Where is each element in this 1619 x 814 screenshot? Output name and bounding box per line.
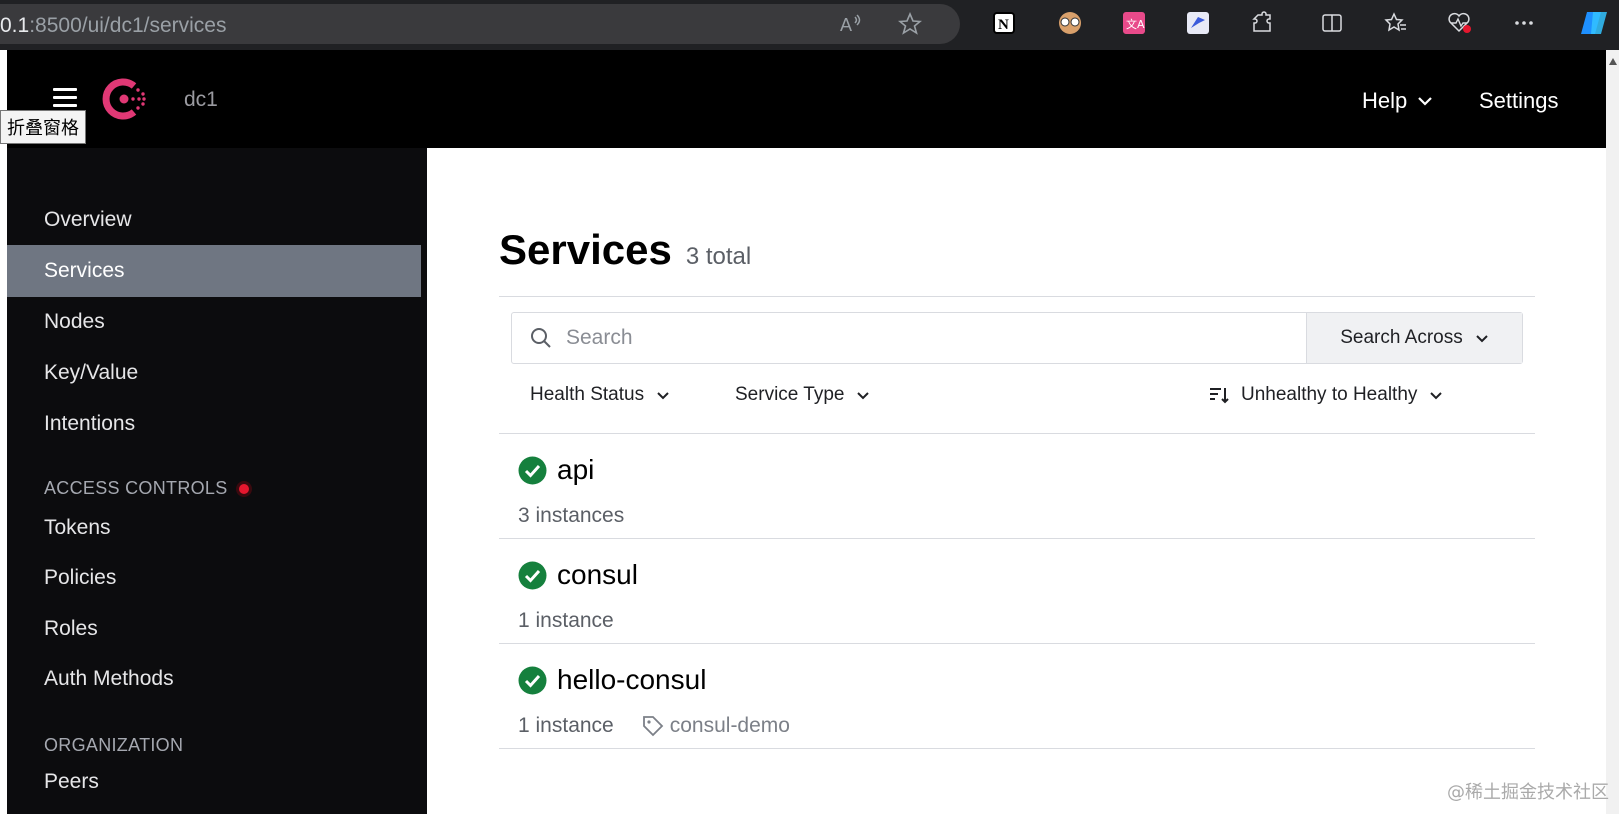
- service-name[interactable]: hello-consul: [557, 664, 706, 696]
- search-bar: Search Across: [511, 312, 1523, 364]
- search-input[interactable]: [566, 326, 1166, 350]
- app-header: dc1 Help Settings: [7, 50, 1606, 148]
- tag-label: consul-demo: [669, 714, 790, 737]
- svg-text:N: N: [998, 17, 1009, 33]
- svg-text:A: A: [840, 15, 852, 35]
- service-tag: consul-demo: [642, 714, 790, 738]
- help-label: Help: [1362, 88, 1408, 113]
- notion-icon[interactable]: N: [990, 8, 1018, 38]
- url-text: 0.1:8500/ui/dc1/services: [0, 14, 227, 37]
- status-dot-icon: [235, 480, 252, 497]
- page-title-block: Services 3 total: [499, 226, 751, 274]
- service-row[interactable]: hello-consul 1 instance consul-demo: [499, 644, 1535, 748]
- search-across-dropdown[interactable]: Search Across: [1306, 313, 1522, 363]
- hamburger-menu-icon[interactable]: [53, 88, 77, 108]
- sidebar-item-intentions[interactable]: Intentions: [7, 398, 421, 450]
- search-field[interactable]: [512, 313, 1306, 363]
- service-type-filter[interactable]: Service Type: [735, 384, 870, 406]
- page-title: Services: [499, 226, 672, 273]
- health-monitor-icon[interactable]: [1446, 8, 1474, 38]
- tag-icon: [642, 716, 664, 737]
- service-name[interactable]: consul: [557, 559, 638, 591]
- access-controls-heading: ACCESS CONTROLS: [44, 478, 252, 499]
- more-options-icon[interactable]: [1510, 8, 1538, 38]
- sidebar-item-peers[interactable]: Peers: [7, 756, 421, 808]
- instance-count: 1 instance: [518, 609, 614, 632]
- sidebar-item-services[interactable]: Services: [7, 245, 421, 297]
- filter-bar: Health Status Service Type Unhealthy to …: [511, 374, 1523, 424]
- svg-text:文A: 文A: [1126, 17, 1145, 31]
- healthy-check-icon: [518, 666, 547, 694]
- organization-heading: ORGANIZATION: [44, 735, 184, 755]
- scroll-up-arrow-icon[interactable]: [1609, 58, 1617, 65]
- instance-count: 3 instances: [518, 504, 625, 527]
- divider: [499, 296, 1535, 297]
- total-count: 3 total: [685, 243, 752, 270]
- service-row[interactable]: consul 1 instance: [499, 539, 1535, 643]
- split-screen-icon[interactable]: [1318, 8, 1346, 38]
- sort-label: Unhealthy to Healthy: [1241, 384, 1418, 405]
- sidebar-item-tokens[interactable]: Tokens: [7, 502, 421, 554]
- service-name[interactable]: api: [557, 454, 594, 486]
- sidebar-nav: Overview Services Nodes Key/Value Intent…: [7, 148, 427, 814]
- read-aloud-icon[interactable]: A: [838, 12, 862, 36]
- sidebar-item-key-value[interactable]: Key/Value: [7, 347, 421, 399]
- extensions-puzzle-icon[interactable]: [1248, 8, 1276, 38]
- chevron-down-icon: [1430, 391, 1443, 399]
- chevron-down-icon: [1476, 334, 1488, 342]
- divider: [499, 748, 1535, 749]
- healthy-check-icon: [518, 561, 547, 589]
- consul-logo-icon[interactable]: [102, 76, 148, 127]
- watermark: @稀土掘金技术社区: [1447, 782, 1609, 803]
- scrollbar[interactable]: [1606, 50, 1619, 814]
- glasses-extension-icon[interactable]: [1055, 8, 1085, 38]
- main-content: Services 3 total Search Across Health St…: [427, 148, 1606, 814]
- copilot-icon[interactable]: [1578, 8, 1614, 38]
- browser-toolbar: 0.1:8500/ui/dc1/services A N 文A: [0, 0, 1619, 50]
- instance-count: 1 instance: [518, 714, 614, 737]
- sort-icon: [1210, 388, 1229, 404]
- address-bar[interactable]: 0.1:8500/ui/dc1/services A: [0, 4, 960, 44]
- access-controls-label: ACCESS CONTROLS: [44, 478, 228, 498]
- health-status-filter[interactable]: Health Status: [530, 384, 670, 406]
- service-type-label: Service Type: [735, 384, 845, 405]
- bird-extension-icon[interactable]: [1184, 8, 1212, 38]
- sidebar-item-auth-methods[interactable]: Auth Methods: [7, 653, 421, 705]
- settings-link[interactable]: Settings: [1479, 88, 1559, 114]
- sort-dropdown[interactable]: Unhealthy to Healthy: [1209, 384, 1443, 406]
- collapse-pane-tooltip: 折叠窗格: [0, 110, 86, 144]
- search-icon: [531, 328, 551, 348]
- favorites-list-icon[interactable]: [1382, 8, 1410, 38]
- chevron-down-icon: [1418, 97, 1433, 106]
- sidebar-item-policies[interactable]: Policies: [7, 552, 421, 604]
- help-menu[interactable]: Help: [1362, 88, 1433, 114]
- health-status-label: Health Status: [530, 384, 645, 405]
- sidebar-item-roles[interactable]: Roles: [7, 603, 421, 655]
- datacenter-label[interactable]: dc1: [184, 88, 218, 112]
- search-across-label: Search Across: [1340, 327, 1463, 348]
- favorite-star-icon[interactable]: [898, 12, 922, 36]
- sidebar-item-overview[interactable]: Overview: [7, 194, 421, 246]
- sidebar-item-nodes[interactable]: Nodes: [7, 296, 421, 348]
- service-row[interactable]: api 3 instances: [499, 434, 1535, 538]
- translate-extension-icon[interactable]: 文A: [1120, 8, 1148, 38]
- healthy-check-icon: [518, 456, 547, 484]
- chevron-down-icon: [857, 391, 870, 399]
- chevron-down-icon: [657, 391, 669, 399]
